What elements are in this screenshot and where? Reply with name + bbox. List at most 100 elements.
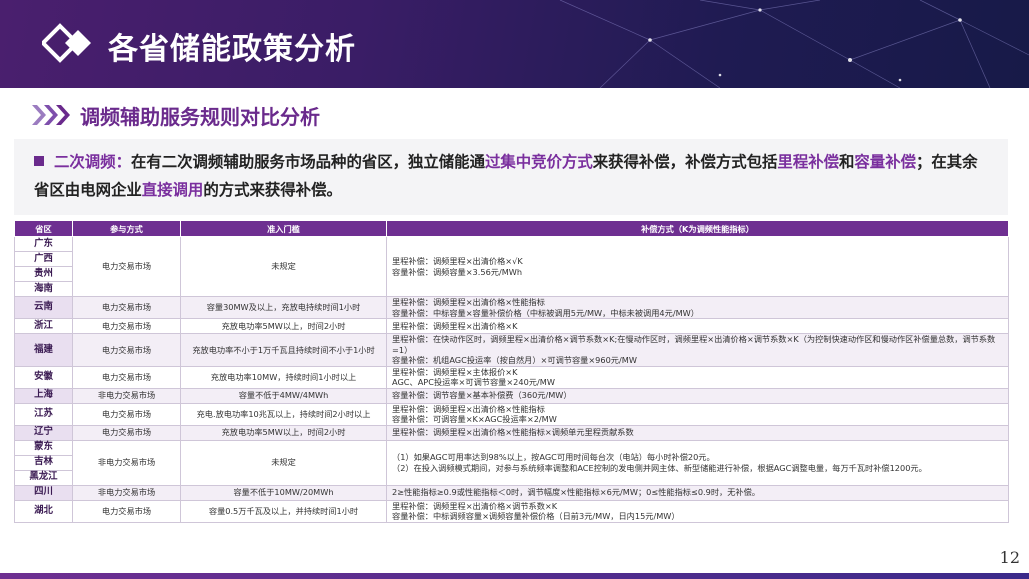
compensation-cell: 里程补偿：调频里程×出清价格×性能指标 容量补偿：中标容量×容量补偿价格（中标被… [386,296,1009,319]
desc-highlight-3: 容量补偿 [854,153,916,171]
desc-text-5: 的方式来获得补偿。 [203,181,342,199]
province-cell: 江苏 [14,402,73,426]
triple-chevron-icon [32,105,70,125]
table-row: 上海 非电力交易市场 容量不低于4MW/4MWh 容量补偿：调节容量×基本补偿费… [14,387,1009,404]
comp-line: 容量补偿：调频容量×3.56元/MWh [392,266,523,277]
compensation-cell: 里程补偿：调频里程×出清价格×性能指标 容量补偿：可调容量×K×AGC投运率×2… [386,402,1009,426]
threshold-cell: 充放电功率10MW，持续时间1小时以上 [180,365,387,389]
comp-line: 容量补偿：中标容量×容量补偿价格（中标被调用5元/MW，中标未被调用4元/MW） [392,307,699,318]
compensation-cell: （1）如果AGC可用率达到98%以上，按AGC可用时间每台次（电站）每小时补偿2… [386,439,1009,486]
table-row: 江苏 电力交易市场 充电.放电功率10兆瓦以上，持续时间2小时以上 里程补偿：调… [14,402,1009,426]
threshold-cell: 充电.放电功率10兆瓦以上，持续时间2小时以上 [180,402,387,426]
threshold-cell: 容量30MW及以上，充放电持续时间1小时 [180,296,387,319]
section-heading: 调频辅助服务规则对比分析 [30,100,320,130]
comp-line: 容量补偿：机组AGC投运率（按自然月）×可调节容量×960元/MW [392,355,637,365]
province-cell: 云南 [14,296,73,319]
mode-cell: 电力交易市场 [72,333,181,367]
province-cell: 贵州 [14,266,73,282]
compensation-cell: 2≥性能指标≥0.9或性能指标＜0时，调节幅度×性能指标×6元/MW；0≤性能指… [386,484,1009,501]
table-row: 湖北 电力交易市场 容量0.5万千瓦及以上，并持续时间1小时 里程补偿：调频里程… [14,499,1009,523]
threshold-cell: 未规定 [180,236,387,297]
desc-highlight-1: 过集中竞价方式 [484,153,593,171]
bullet-square-icon [34,156,44,166]
comp-line: 里程补偿：在快动作区时，调频里程×出清价格×调节系数×K;在慢动作区时，调频里程… [392,334,996,355]
header-mode: 参与方式 [72,220,181,237]
desc-text-1: 在有二次调频辅助服务市场品种的省区，独立储能通 [130,153,485,171]
compensation-cell: 里程补偿：调频里程×出清价格×√K 容量补偿：调频容量×3.56元/MWh [386,236,1009,297]
comp-line: （1）如果AGC可用率达到98%以上，按AGC可用时间每台次（电站）每小时补偿2… [392,452,715,462]
bottom-accent-bar [0,573,1029,579]
threshold-cell: 充放电功率5MW以上，时间2小时 [180,318,387,334]
mode-cell: 非电力交易市场 [72,387,181,404]
threshold-cell: 未规定 [180,439,387,486]
compensation-cell: 里程补偿：调频里程×主体报价×K AGC、APC投运率×可调节容量×240元/M… [386,365,1009,389]
table-row: 浙江 电力交易市场 充放电功率5MW以上，时间2小时 里程补偿：调频里程×出清价… [14,318,1009,334]
table-header-row: 省区 参与方式 准入门槛 补偿方式（K为调频性能指标） [14,220,1009,237]
province-cell: 黑龙江 [14,469,73,486]
comp-line: 里程补偿：调频里程×出清价格×调节系数×K [392,500,558,511]
province-cell: 福建 [14,333,73,367]
mode-cell: 电力交易市场 [72,424,181,441]
compensation-cell: 里程补偿：调频里程×出清价格×性能指标×调频单元里程贡献系数 [386,424,1009,441]
mode-cell: 非电力交易市场 [72,439,181,486]
province-cell: 安徽 [14,365,73,389]
table-row: 蒙东 非电力交易市场 未规定 （1）如果AGC可用率达到98%以上，按AGC可用… [14,439,1009,486]
province-cell: 吉林 [14,454,73,471]
comp-line: 2≥性能指标≥0.9或性能指标＜0时，调节幅度×性能指标×6元/MW；0≤性能指… [392,487,760,498]
table-row: 安徽 电力交易市场 充放电功率10MW，持续时间1小时以上 里程补偿：调频里程×… [14,365,1009,389]
table-row: 广东 电力交易市场 未规定 里程补偿：调频里程×出清价格×√K 容量补偿：调频容… [14,236,1009,297]
province-cell: 蒙东 [14,439,73,456]
province-cell: 海南 [14,281,73,297]
desc-highlight-4: 直接调用 [141,181,204,199]
compensation-cell: 容量补偿：调节容量×基本补偿费（360元/MW） [386,387,1009,404]
policy-comparison-table: 省区 参与方式 准入门槛 补偿方式（K为调频性能指标） 广东 电力交易市场 未规… [14,220,1009,523]
table-row: 福建 电力交易市场 充放电功率不小于1万千瓦且持续时间不小于1小时 里程补偿：在… [14,333,1009,367]
comp-line: 里程补偿：调频里程×出清价格×性能指标 [392,297,545,307]
comp-line: 里程补偿：调频里程×出清价格×K [392,320,518,331]
compensation-cell: 里程补偿：调频里程×出清价格×调节系数×K 容量补偿：中标调频容量×调频容量补偿… [386,499,1009,523]
province-cell: 浙江 [14,318,73,334]
province-cell: 湖北 [14,499,73,523]
table-row: 四川 非电力交易市场 容量不低于10MW/20MWh 2≥性能指标≥0.9或性能… [14,484,1009,501]
compensation-cell: 里程补偿：调频里程×出清价格×K [386,318,1009,334]
page-title: 各省储能政策分析 [108,32,356,67]
header-compensation: 补偿方式（K为调频性能指标） [386,220,1009,237]
description-text: 二次调频：在有二次调频辅助服务市场品种的省区，独立储能通过集中竞价方式来获得补偿… [34,148,988,204]
diamond-logo-icon [42,23,91,63]
table-row: 辽宁 电力交易市场 充放电功率5MW以上，时间2小时 里程补偿：调频里程×出清价… [14,424,1009,441]
desc-text-2: 来获得补偿，补偿方式包括 [592,153,778,171]
mode-cell: 电力交易市场 [72,402,181,426]
compensation-cell: 里程补偿：在快动作区时，调频里程×出清价格×调节系数×K;在慢动作区时，调频里程… [386,333,1009,367]
comp-line: （2）在投入调频模式期间，对参与系统频率调整和ACE控制的发电侧并网主体、新型储… [392,462,927,473]
comp-line: 里程补偿：调频里程×出清价格×√K [392,256,523,266]
desc-highlight-2: 里程补偿 [777,153,839,171]
threshold-cell: 充放电功率不小于1万千瓦且持续时间不小于1小时 [180,333,387,367]
province-cell: 辽宁 [14,424,73,441]
comp-line: AGC、APC投运率×可调节容量×240元/MW [392,377,555,387]
mode-cell: 电力交易市场 [72,365,181,389]
province-cell: 四川 [14,484,73,501]
comp-line: 容量补偿：调节容量×基本补偿费（360元/MW） [392,390,572,401]
mode-cell: 电力交易市场 [72,296,181,319]
province-cell: 广西 [14,251,73,267]
threshold-cell: 容量不低于4MW/4MWh [180,387,387,404]
threshold-cell: 容量0.5万千瓦及以上，并持续时间1小时 [180,499,387,523]
province-cell: 上海 [14,387,73,404]
desc-text-3: 和 [839,153,855,171]
mode-cell: 非电力交易市场 [72,484,181,501]
threshold-cell: 充放电功率5MW以上，时间2小时 [180,424,387,441]
desc-lead: 二次调频： [54,153,131,171]
header-threshold: 准入门槛 [180,220,387,237]
mode-cell: 电力交易市场 [72,318,181,334]
comp-line: 里程补偿：调频里程×出清价格×性能指标×调频单元里程贡献系数 [392,427,634,438]
description-box: 二次调频：在有二次调频辅助服务市场品种的省区，独立储能通过集中竞价方式来获得补偿… [14,139,1008,215]
table-row: 云南 电力交易市场 容量30MW及以上，充放电持续时间1小时 里程补偿：调频里程… [14,296,1009,319]
page-number: 12 [999,548,1020,567]
comp-line: 里程补偿：调频里程×出清价格×性能指标 [392,403,545,414]
mode-cell: 电力交易市场 [72,499,181,523]
province-cell: 广东 [14,236,73,252]
section-title: 调频辅助服务规则对比分析 [80,104,320,129]
threshold-cell: 容量不低于10MW/20MWh [180,484,387,501]
header-province: 省区 [14,220,73,237]
comp-line: 里程补偿：调频里程×主体报价×K [392,366,518,377]
